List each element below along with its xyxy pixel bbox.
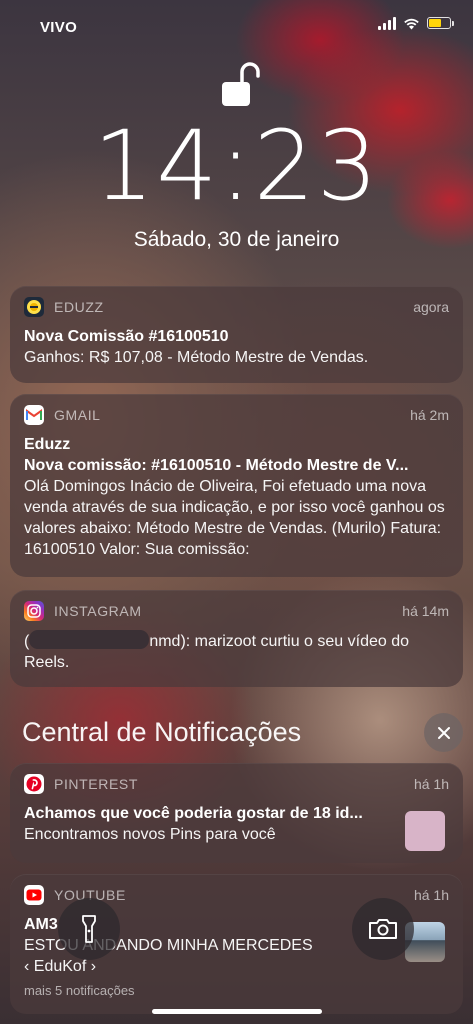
instagram-logo-icon (24, 601, 44, 621)
notification-instagram[interactable]: INSTAGRAM há 14m (nmd): marizoot curtiu … (10, 590, 463, 687)
notification-gmail[interactable]: GMAIL há 2m Eduzz Nova comissão: #161005… (10, 394, 463, 577)
flashlight-button[interactable] (58, 898, 120, 960)
camera-icon (369, 919, 397, 939)
notification-app-name: YOUTUBE (54, 887, 126, 903)
notification-time: agora (413, 299, 449, 315)
notification-app-name: GMAIL (54, 407, 101, 423)
notification-time: há 1h (413, 776, 449, 792)
notification-app-name: PINTEREST (54, 776, 138, 792)
notification-time: há 1h (413, 887, 449, 903)
notification-time: há 2m (410, 407, 449, 423)
carrier-label: VIVO (40, 19, 78, 36)
notification-app-name: EDUZZ (54, 299, 104, 315)
lock-screen-time: 14:23 (93, 110, 380, 222)
notification-app-name: INSTAGRAM (54, 603, 142, 619)
status-indicators (378, 16, 454, 30)
clear-notifications-button[interactable] (424, 713, 463, 752)
notification-body: (nmd): marizoot curtiu o seu vídeo do Re… (24, 630, 449, 673)
wifi-icon (404, 18, 419, 29)
battery-icon (427, 17, 454, 29)
more-notifications-label[interactable]: mais 5 notificações (24, 983, 449, 998)
flashlight-icon (82, 915, 96, 943)
notification-subtitle: Nova comissão: #16100510 - Método Mestre… (24, 457, 409, 474)
home-indicator[interactable] (152, 1009, 322, 1014)
redacted-username (29, 630, 150, 649)
eduzz-logo-icon (24, 297, 44, 317)
notification-pinterest[interactable]: PINTEREST há 1h Achamos que você poderia… (10, 763, 463, 863)
notification-title: Achamos que você poderia gostar de 18 id… (24, 805, 363, 822)
notification-body: Olá Domingos Inácio de Oliveira, Foi efe… (24, 478, 445, 558)
notification-body: Ganhos: R$ 107,08 - Método Mestre de Ven… (24, 349, 369, 366)
notification-body: Encontramos novos Pins para você (24, 826, 276, 843)
youtube-logo-icon (24, 885, 44, 905)
gmail-logo-icon (24, 405, 44, 425)
notification-center-title: Central de Notificações (22, 717, 302, 747)
pin-thumbnail (405, 811, 445, 851)
cellular-signal-icon (378, 16, 396, 30)
pinterest-logo-icon (24, 774, 44, 794)
camera-button[interactable] (352, 898, 414, 960)
notification-eduzz[interactable]: EDUZZ agora Nova Comissão #16100510 Ganh… (10, 286, 463, 383)
unlocked-padlock-icon (222, 62, 260, 106)
lock-screen-date: Sábado, 30 de janeiro (133, 228, 340, 251)
notification-time: há 14m (402, 603, 449, 619)
close-icon (437, 726, 450, 739)
notification-title: Nova Comissão #16100510 (24, 328, 229, 345)
notification-title: Eduzz (24, 436, 71, 453)
